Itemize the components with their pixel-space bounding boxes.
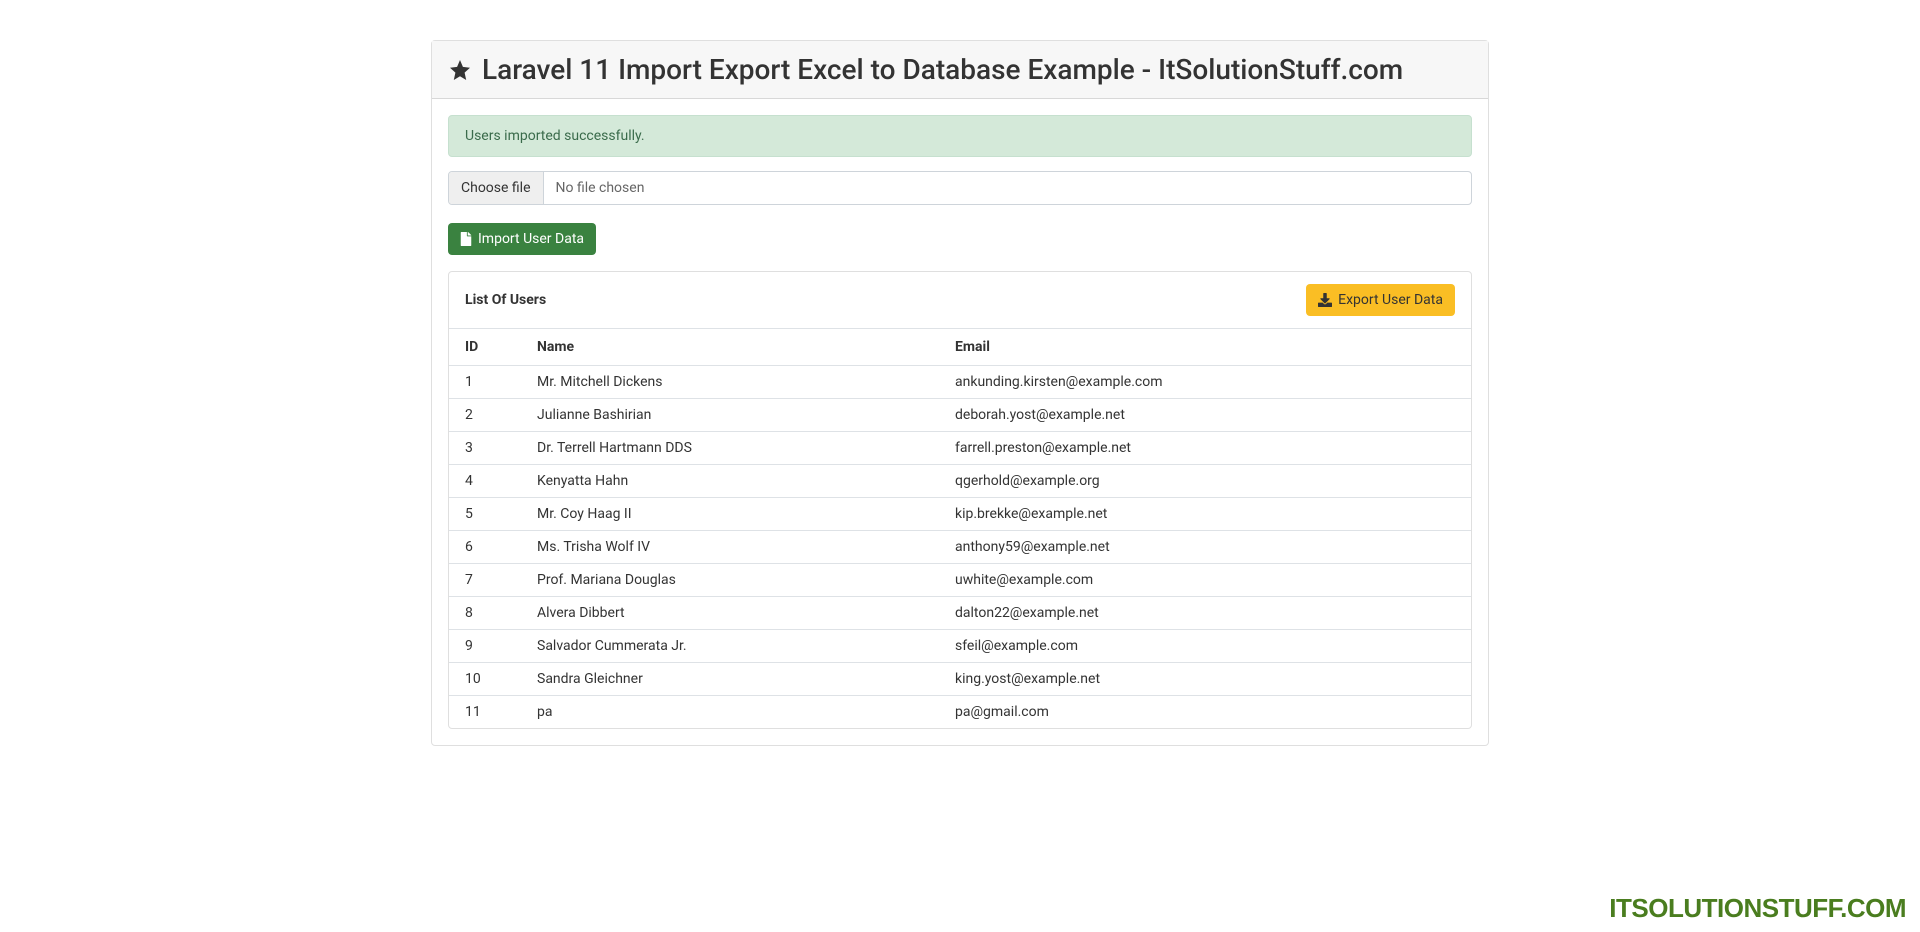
cell-id: 3	[449, 432, 521, 465]
import-button[interactable]: Import User Data	[448, 223, 596, 255]
column-name: Name	[521, 329, 939, 366]
cell-email: kip.brekke@example.net	[939, 498, 1471, 531]
file-icon	[460, 232, 472, 246]
table-row: 5Mr. Coy Haag IIkip.brekke@example.net	[449, 498, 1471, 531]
cell-id: 7	[449, 564, 521, 597]
users-card-header: List Of Users Export User Data	[449, 272, 1471, 328]
file-chosen-text: No file chosen	[544, 172, 1471, 204]
cell-name: Prof. Mariana Douglas	[521, 564, 939, 597]
cell-id: 11	[449, 696, 521, 729]
cell-email: ankunding.kirsten@example.com	[939, 366, 1471, 399]
page-title: Laravel 11 Import Export Excel to Databa…	[448, 53, 1403, 86]
cell-email: pa@gmail.com	[939, 696, 1471, 729]
table-row: 1Mr. Mitchell Dickensankunding.kirsten@e…	[449, 366, 1471, 399]
cell-id: 5	[449, 498, 521, 531]
users-list-title: List Of Users	[465, 292, 546, 308]
alert-message: Users imported successfully.	[465, 128, 645, 144]
file-input[interactable]: Choose file No file chosen	[448, 171, 1472, 205]
cell-name: Ms. Trisha Wolf IV	[521, 531, 939, 564]
cell-name: Sandra Gleichner	[521, 663, 939, 696]
table-row: 3Dr. Terrell Hartmann DDSfarrell.preston…	[449, 432, 1471, 465]
cell-name: Kenyatta Hahn	[521, 465, 939, 498]
cell-name: pa	[521, 696, 939, 729]
cell-id: 6	[449, 531, 521, 564]
choose-file-button[interactable]: Choose file	[449, 172, 544, 204]
card-body: Users imported successfully. Choose file…	[432, 99, 1488, 745]
table-row: 8Alvera Dibbertdalton22@example.net	[449, 597, 1471, 630]
cell-email: king.yost@example.net	[939, 663, 1471, 696]
cell-name: Salvador Cummerata Jr.	[521, 630, 939, 663]
card-header: Laravel 11 Import Export Excel to Databa…	[432, 41, 1488, 99]
cell-email: uwhite@example.com	[939, 564, 1471, 597]
cell-id: 2	[449, 399, 521, 432]
export-button-label: Export User Data	[1338, 292, 1443, 308]
cell-email: farrell.preston@example.net	[939, 432, 1471, 465]
cell-id: 4	[449, 465, 521, 498]
cell-email: qgerhold@example.org	[939, 465, 1471, 498]
table-row: 11papa@gmail.com	[449, 696, 1471, 729]
success-alert: Users imported successfully.	[448, 115, 1472, 157]
cell-name: Julianne Bashirian	[521, 399, 939, 432]
cell-email: deborah.yost@example.net	[939, 399, 1471, 432]
watermark: ITSOLUTIONSTUFF.COM	[1609, 893, 1906, 924]
table-row: 6Ms. Trisha Wolf IVanthony59@example.net	[449, 531, 1471, 564]
column-id: ID	[449, 329, 521, 366]
column-email: Email	[939, 329, 1471, 366]
users-card: List Of Users Export User Data ID Name E…	[448, 271, 1472, 729]
export-button[interactable]: Export User Data	[1306, 284, 1455, 316]
main-card: Laravel 11 Import Export Excel to Databa…	[431, 40, 1489, 746]
import-button-label: Import User Data	[478, 231, 584, 247]
cell-email: sfeil@example.com	[939, 630, 1471, 663]
table-row: 2Julianne Bashiriandeborah.yost@example.…	[449, 399, 1471, 432]
cell-name: Alvera Dibbert	[521, 597, 939, 630]
star-icon	[448, 58, 472, 82]
cell-name: Mr. Coy Haag II	[521, 498, 939, 531]
cell-id: 10	[449, 663, 521, 696]
page-title-text: Laravel 11 Import Export Excel to Databa…	[482, 53, 1403, 86]
table-row: 4Kenyatta Hahnqgerhold@example.org	[449, 465, 1471, 498]
cell-id: 1	[449, 366, 521, 399]
table-row: 7Prof. Mariana Douglasuwhite@example.com	[449, 564, 1471, 597]
cell-id: 8	[449, 597, 521, 630]
cell-name: Mr. Mitchell Dickens	[521, 366, 939, 399]
cell-id: 9	[449, 630, 521, 663]
cell-email: anthony59@example.net	[939, 531, 1471, 564]
table-row: 9Salvador Cummerata Jr.sfeil@example.com	[449, 630, 1471, 663]
download-icon	[1318, 293, 1332, 307]
table-row: 10Sandra Gleichnerking.yost@example.net	[449, 663, 1471, 696]
cell-email: dalton22@example.net	[939, 597, 1471, 630]
cell-name: Dr. Terrell Hartmann DDS	[521, 432, 939, 465]
users-table: ID Name Email 1Mr. Mitchell Dickensankun…	[449, 328, 1471, 728]
